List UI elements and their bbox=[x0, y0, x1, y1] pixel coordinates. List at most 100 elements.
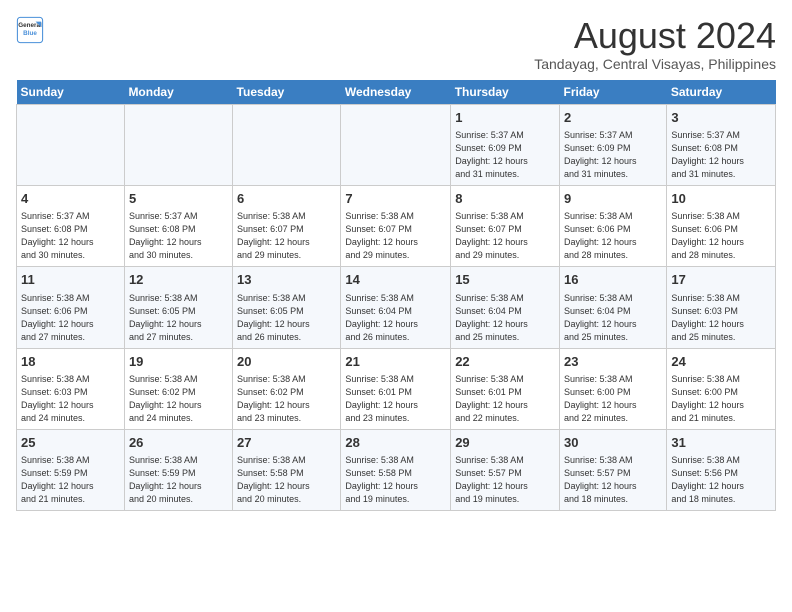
day-info: Sunrise: 5:38 AM Sunset: 6:06 PM Dayligh… bbox=[21, 292, 120, 344]
calendar-cell: 6 Sunrise: 5:38 AM Sunset: 6:07 PM Daylig… bbox=[233, 185, 341, 266]
day-info: Sunrise: 5:38 AM Sunset: 6:03 PM Dayligh… bbox=[671, 292, 771, 344]
day-number: 28 bbox=[345, 434, 446, 452]
day-number: 15 bbox=[455, 271, 555, 289]
calendar-cell: 7 Sunrise: 5:38 AM Sunset: 6:07 PM Daylig… bbox=[341, 185, 451, 266]
day-info: Sunrise: 5:38 AM Sunset: 6:02 PM Dayligh… bbox=[237, 373, 336, 425]
day-info: Sunrise: 5:37 AM Sunset: 6:09 PM Dayligh… bbox=[455, 129, 555, 181]
calendar-cell bbox=[341, 104, 451, 185]
day-info: Sunrise: 5:38 AM Sunset: 5:57 PM Dayligh… bbox=[455, 454, 555, 506]
calendar-cell: 13Sunrise: 5:38 AM Sunset: 6:05 PM Dayli… bbox=[233, 267, 341, 348]
day-number: 23 bbox=[564, 353, 662, 371]
calendar-week-row: 25Sunrise: 5:38 AM Sunset: 5:59 PM Dayli… bbox=[17, 430, 776, 511]
calendar-header: SundayMondayTuesdayWednesdayThursdayFrid… bbox=[17, 80, 776, 105]
day-info: Sunrise: 5:38 AM Sunset: 6:02 PM Dayligh… bbox=[129, 373, 228, 425]
calendar-cell: 3 Sunrise: 5:37 AM Sunset: 6:08 PM Daylig… bbox=[667, 104, 776, 185]
day-number: 27 bbox=[237, 434, 336, 452]
day-number: 16 bbox=[564, 271, 662, 289]
calendar-cell bbox=[124, 104, 232, 185]
calendar-body: 1Sunrise: 5:37 AM Sunset: 6:09 PM Daylig… bbox=[17, 104, 776, 511]
day-info: Sunrise: 5:38 AM Sunset: 6:07 PM Dayligh… bbox=[455, 210, 555, 262]
weekday-header-thursday: Thursday bbox=[451, 80, 560, 105]
day-info: Sunrise: 5:38 AM Sunset: 6:06 PM Dayligh… bbox=[671, 210, 771, 262]
calendar-cell: 29 Sunrise: 5:38 AM Sunset: 5:57 PM Dayli… bbox=[451, 430, 560, 511]
day-number: 20 bbox=[237, 353, 336, 371]
day-number: 18 bbox=[21, 353, 120, 371]
calendar-cell: 21 Sunrise: 5:38 AM Sunset: 6:01 PM Dayli… bbox=[341, 348, 451, 429]
day-number: 12 bbox=[129, 271, 228, 289]
header: General Blue August 2024 Tandayag, Centr… bbox=[16, 16, 776, 72]
weekday-header-row: SundayMondayTuesdayWednesdayThursdayFrid… bbox=[17, 80, 776, 105]
day-info: Sunrise: 5:38 AM Sunset: 5:58 PM Dayligh… bbox=[237, 454, 336, 506]
calendar-cell: 26Sunrise: 5:38 AM Sunset: 5:59 PM Dayli… bbox=[124, 430, 232, 511]
day-info: Sunrise: 5:37 AM Sunset: 6:08 PM Dayligh… bbox=[671, 129, 771, 181]
calendar-cell: 20 Sunrise: 5:38 AM Sunset: 6:02 PM Dayli… bbox=[233, 348, 341, 429]
calendar-cell: 31 Sunrise: 5:38 AM Sunset: 5:56 PM Dayli… bbox=[667, 430, 776, 511]
day-number: 4 bbox=[21, 190, 120, 208]
day-info: Sunrise: 5:38 AM Sunset: 6:07 PM Dayligh… bbox=[237, 210, 336, 262]
calendar-cell: 22Sunrise: 5:38 AM Sunset: 6:01 PM Dayli… bbox=[451, 348, 560, 429]
calendar-cell: 25Sunrise: 5:38 AM Sunset: 5:59 PM Dayli… bbox=[17, 430, 125, 511]
calendar-cell: 19 Sunrise: 5:38 AM Sunset: 6:02 PM Dayli… bbox=[124, 348, 232, 429]
calendar-cell: 2Sunrise: 5:37 AM Sunset: 6:09 PM Daylig… bbox=[560, 104, 667, 185]
weekday-header-tuesday: Tuesday bbox=[233, 80, 341, 105]
day-number: 11 bbox=[21, 271, 120, 289]
day-number: 6 bbox=[237, 190, 336, 208]
day-info: Sunrise: 5:38 AM Sunset: 6:04 PM Dayligh… bbox=[345, 292, 446, 344]
day-info: Sunrise: 5:38 AM Sunset: 6:04 PM Dayligh… bbox=[455, 292, 555, 344]
day-number: 19 bbox=[129, 353, 228, 371]
day-number: 29 bbox=[455, 434, 555, 452]
calendar-cell: 12 Sunrise: 5:38 AM Sunset: 6:05 PM Dayli… bbox=[124, 267, 232, 348]
day-info: Sunrise: 5:37 AM Sunset: 6:08 PM Dayligh… bbox=[129, 210, 228, 262]
day-info: Sunrise: 5:38 AM Sunset: 6:03 PM Dayligh… bbox=[21, 373, 120, 425]
calendar-cell: 1Sunrise: 5:37 AM Sunset: 6:09 PM Daylig… bbox=[451, 104, 560, 185]
day-info: Sunrise: 5:38 AM Sunset: 5:59 PM Dayligh… bbox=[21, 454, 120, 506]
calendar-week-row: 11 Sunrise: 5:38 AM Sunset: 6:06 PM Dayli… bbox=[17, 267, 776, 348]
calendar-cell: 8Sunrise: 5:38 AM Sunset: 6:07 PM Daylig… bbox=[451, 185, 560, 266]
calendar-week-row: 18 Sunrise: 5:38 AM Sunset: 6:03 PM Dayli… bbox=[17, 348, 776, 429]
page-title: August 2024 bbox=[534, 16, 776, 56]
calendar-table: SundayMondayTuesdayWednesdayThursdayFrid… bbox=[16, 80, 776, 512]
day-info: Sunrise: 5:37 AM Sunset: 6:09 PM Dayligh… bbox=[564, 129, 662, 181]
day-info: Sunrise: 5:38 AM Sunset: 5:56 PM Dayligh… bbox=[671, 454, 771, 506]
weekday-header-monday: Monday bbox=[124, 80, 232, 105]
day-info: Sunrise: 5:38 AM Sunset: 6:01 PM Dayligh… bbox=[455, 373, 555, 425]
day-number: 24 bbox=[671, 353, 771, 371]
day-number: 30 bbox=[564, 434, 662, 452]
calendar-cell: 24Sunrise: 5:38 AM Sunset: 6:00 PM Dayli… bbox=[667, 348, 776, 429]
calendar-week-row: 4 Sunrise: 5:37 AM Sunset: 6:08 PM Daylig… bbox=[17, 185, 776, 266]
day-number: 14 bbox=[345, 271, 446, 289]
day-info: Sunrise: 5:38 AM Sunset: 6:01 PM Dayligh… bbox=[345, 373, 446, 425]
calendar-cell bbox=[233, 104, 341, 185]
calendar-cell: 11 Sunrise: 5:38 AM Sunset: 6:06 PM Dayli… bbox=[17, 267, 125, 348]
day-info: Sunrise: 5:38 AM Sunset: 6:06 PM Dayligh… bbox=[564, 210, 662, 262]
day-info: Sunrise: 5:38 AM Sunset: 6:04 PM Dayligh… bbox=[564, 292, 662, 344]
logo: General Blue bbox=[16, 16, 44, 44]
day-number: 21 bbox=[345, 353, 446, 371]
day-info: Sunrise: 5:38 AM Sunset: 5:57 PM Dayligh… bbox=[564, 454, 662, 506]
calendar-cell: 27 Sunrise: 5:38 AM Sunset: 5:58 PM Dayli… bbox=[233, 430, 341, 511]
weekday-header-friday: Friday bbox=[560, 80, 667, 105]
day-info: Sunrise: 5:38 AM Sunset: 6:05 PM Dayligh… bbox=[129, 292, 228, 344]
calendar-cell: 23Sunrise: 5:38 AM Sunset: 6:00 PM Dayli… bbox=[560, 348, 667, 429]
weekday-header-saturday: Saturday bbox=[667, 80, 776, 105]
day-number: 10 bbox=[671, 190, 771, 208]
calendar-cell: 9 Sunrise: 5:38 AM Sunset: 6:06 PM Daylig… bbox=[560, 185, 667, 266]
title-area: August 2024 Tandayag, Central Visayas, P… bbox=[534, 16, 776, 72]
weekday-header-wednesday: Wednesday bbox=[341, 80, 451, 105]
svg-text:Blue: Blue bbox=[23, 30, 37, 37]
day-info: Sunrise: 5:38 AM Sunset: 6:05 PM Dayligh… bbox=[237, 292, 336, 344]
calendar-cell: 14 Sunrise: 5:38 AM Sunset: 6:04 PM Dayli… bbox=[341, 267, 451, 348]
calendar-cell: 17Sunrise: 5:38 AM Sunset: 6:03 PM Dayli… bbox=[667, 267, 776, 348]
day-info: Sunrise: 5:37 AM Sunset: 6:08 PM Dayligh… bbox=[21, 210, 120, 262]
calendar-cell bbox=[17, 104, 125, 185]
day-info: Sunrise: 5:38 AM Sunset: 6:07 PM Dayligh… bbox=[345, 210, 446, 262]
calendar-cell: 30 Sunrise: 5:38 AM Sunset: 5:57 PM Dayli… bbox=[560, 430, 667, 511]
calendar-cell: 10 Sunrise: 5:38 AM Sunset: 6:06 PM Dayli… bbox=[667, 185, 776, 266]
day-number: 3 bbox=[671, 109, 771, 127]
day-number: 31 bbox=[671, 434, 771, 452]
day-number: 5 bbox=[129, 190, 228, 208]
calendar-cell: 18 Sunrise: 5:38 AM Sunset: 6:03 PM Dayli… bbox=[17, 348, 125, 429]
day-number: 9 bbox=[564, 190, 662, 208]
calendar-week-row: 1Sunrise: 5:37 AM Sunset: 6:09 PM Daylig… bbox=[17, 104, 776, 185]
day-number: 7 bbox=[345, 190, 446, 208]
